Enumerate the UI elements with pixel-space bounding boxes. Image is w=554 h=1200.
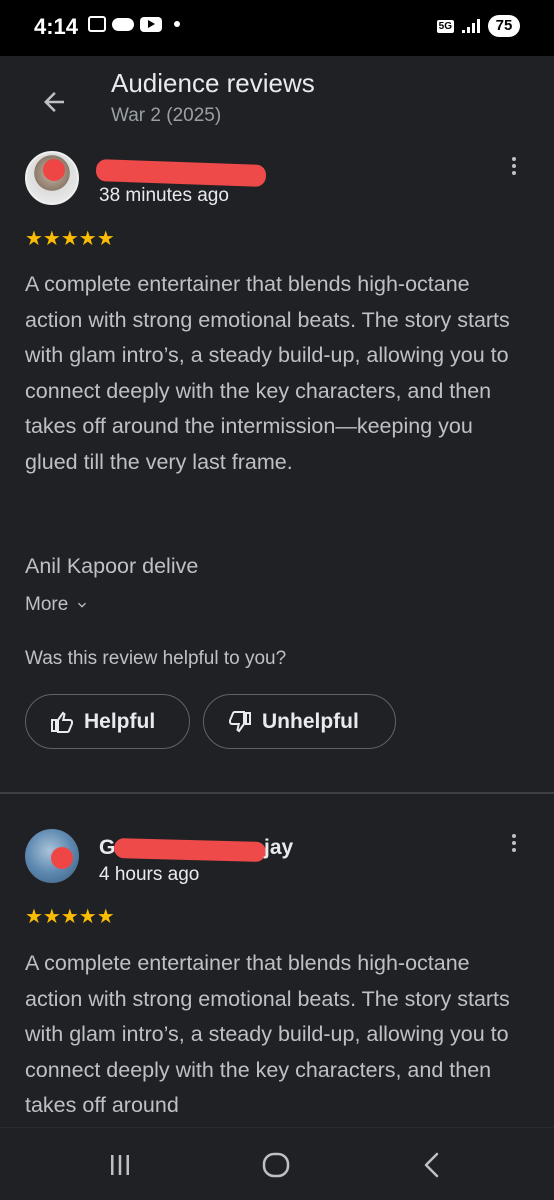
status-notification-icons: [88, 16, 180, 32]
more-label: More: [25, 594, 69, 615]
signal-icon: [462, 19, 480, 33]
network-type-badge: 5G: [436, 19, 454, 33]
battery-icon: 75: [488, 15, 520, 37]
more-button[interactable]: More: [25, 594, 90, 616]
author-name-redaction: [95, 159, 267, 187]
nav-back-button[interactable]: [402, 1148, 462, 1182]
author-name-redaction: [113, 838, 267, 862]
star-rating: ★★★★★: [25, 228, 115, 250]
redaction-mark: [43, 159, 65, 181]
back-button[interactable]: [28, 80, 80, 124]
screenshot-icon: [88, 16, 106, 32]
review-text: A complete entertainer that blends high-…: [25, 272, 510, 474]
review-time: 4 hours ago: [99, 864, 200, 885]
author-name-suffix: jay: [264, 836, 294, 859]
app-screen: 4:14 5G 75 Audience reviews War 2 (2025): [0, 0, 554, 1200]
avatar[interactable]: [25, 151, 79, 205]
helpful-question: Was this review helpful to you?: [25, 648, 287, 669]
unhelpful-button[interactable]: Unhelpful: [203, 694, 396, 749]
back-icon: [424, 1152, 439, 1178]
more-options-button[interactable]: [502, 828, 526, 858]
unhelpful-label: Unhelpful: [262, 709, 359, 733]
helpful-label: Helpful: [84, 709, 156, 733]
review-time: 38 minutes ago: [99, 185, 229, 206]
author-name-prefix: G: [99, 836, 116, 859]
thumbs-up-icon: [51, 711, 73, 733]
review-text-continued: Anil Kapoor delive: [25, 554, 199, 578]
arrow-left-icon: [44, 92, 64, 112]
home-icon: [262, 1152, 290, 1178]
recents-button[interactable]: [90, 1148, 150, 1182]
cloud-icon: [112, 17, 134, 31]
system-nav-bar: [0, 1127, 554, 1200]
thumbs-down-icon: [229, 710, 251, 732]
youtube-icon: [140, 16, 162, 32]
review-divider: [0, 792, 554, 794]
star-rating: ★★★★★: [25, 906, 115, 928]
review-text: A complete entertainer that blends high-…: [25, 951, 510, 1117]
page-title: Audience reviews: [111, 68, 315, 98]
more-options-button[interactable]: [502, 151, 526, 181]
redaction-mark: [51, 847, 73, 869]
chevron-down-icon: [78, 602, 87, 608]
status-time: 4:14: [34, 14, 79, 39]
home-button[interactable]: [246, 1148, 306, 1182]
author-name: G: [99, 836, 115, 860]
avatar[interactable]: [25, 829, 79, 883]
app-header: Audience reviews War 2 (2025): [0, 56, 554, 148]
helpful-button[interactable]: Helpful: [25, 694, 190, 749]
status-bar: 4:14 5G 75: [0, 0, 554, 56]
page-subtitle: War 2 (2025): [111, 105, 222, 126]
status-system-icons: 5G 75: [436, 15, 520, 37]
notification-dot-icon: [174, 21, 180, 27]
recents-icon: [111, 1155, 129, 1175]
